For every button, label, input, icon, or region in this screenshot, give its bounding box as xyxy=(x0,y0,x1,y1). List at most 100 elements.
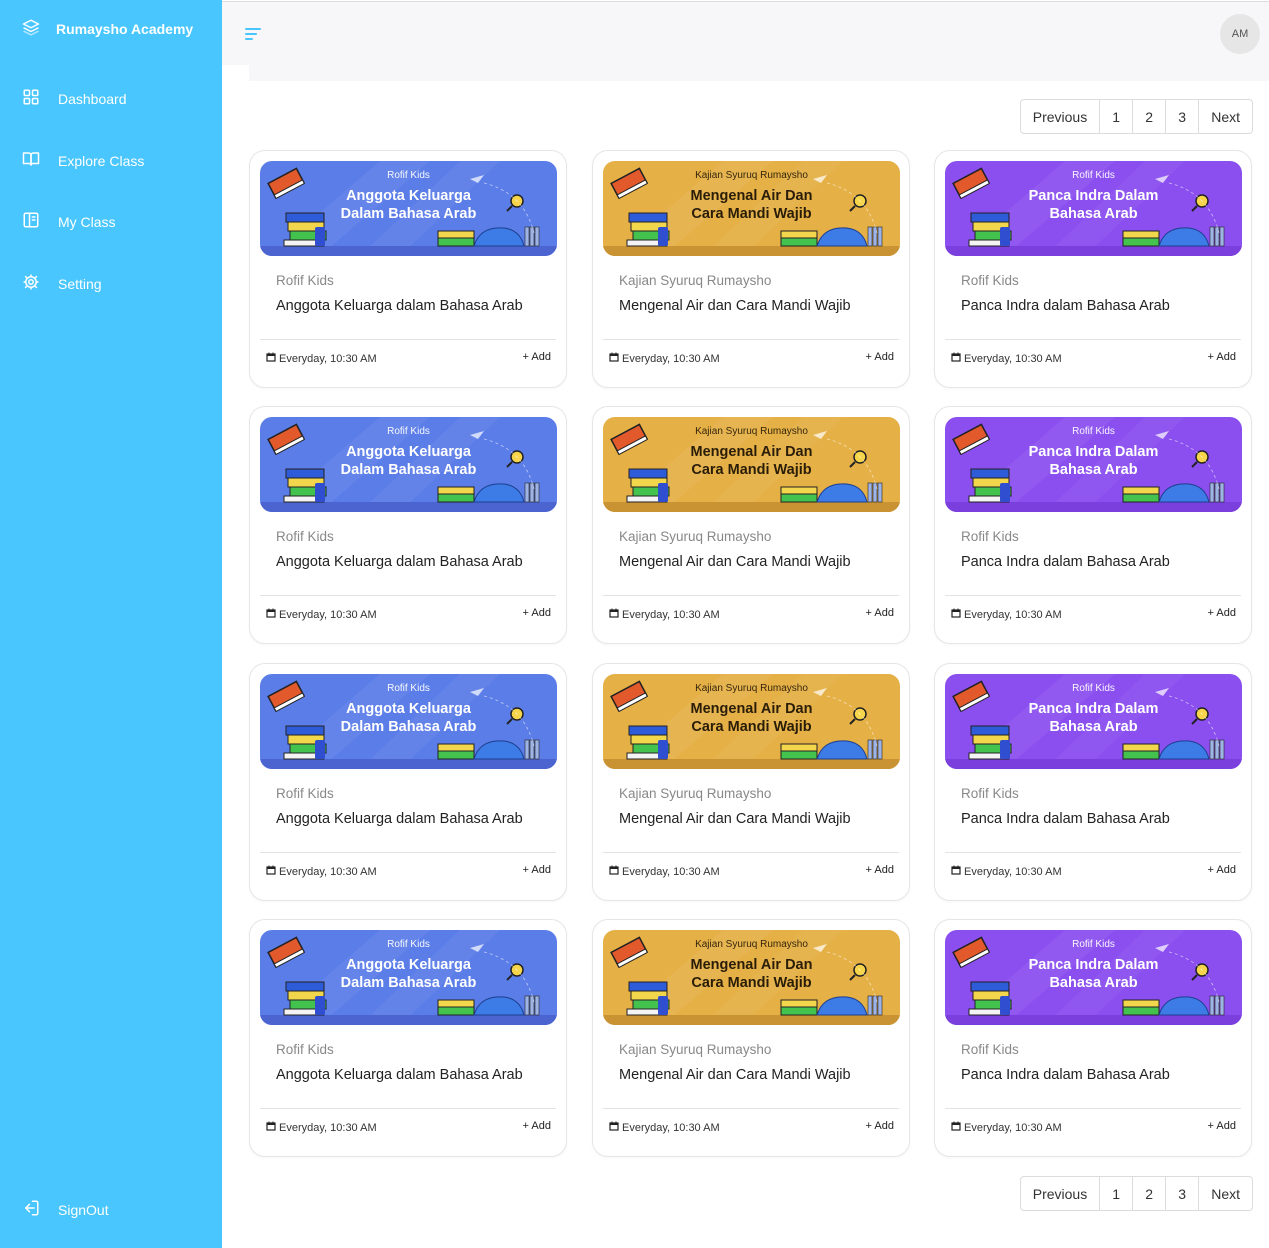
schedule-text: Everyday, 10:30 AM xyxy=(279,1121,377,1134)
banner-title: Anggota Keluarga Dalam Bahasa Arab xyxy=(340,444,477,478)
course-schedule: Everyday, 10:30 AM xyxy=(951,352,1062,365)
add-class-button[interactable]: + Add xyxy=(523,351,551,363)
course-title[interactable]: Mengenal Air dan Cara Mandi Wajib xyxy=(619,1067,851,1083)
pagination-page-3[interactable]: 3 xyxy=(1165,1177,1198,1210)
pagination-page-2[interactable]: 2 xyxy=(1132,1177,1165,1210)
course-banner[interactable]: Rofif Kids Panca Indra Dalam Bahasa Arab xyxy=(945,417,1242,512)
pagination-previous[interactable]: Previous xyxy=(1021,1177,1099,1210)
add-class-button[interactable]: + Add xyxy=(1208,351,1236,363)
card-divider xyxy=(945,852,1241,853)
calendar-icon xyxy=(266,352,276,365)
calendar-icon xyxy=(266,1121,276,1134)
card-divider xyxy=(603,339,899,340)
schedule-text: Everyday, 10:30 AM xyxy=(964,865,1062,878)
brand[interactable]: Rumaysho Academy xyxy=(22,18,193,39)
add-class-button[interactable]: + Add xyxy=(1208,864,1236,876)
course-banner[interactable]: Rofif Kids Panca Indra Dalam Bahasa Arab xyxy=(945,930,1242,1025)
course-title[interactable]: Anggota Keluarga dalam Bahasa Arab xyxy=(276,811,523,827)
sidebar-item-explore-class[interactable]: Explore Class xyxy=(22,150,144,171)
pagination-next[interactable]: Next xyxy=(1198,100,1252,133)
menu-toggle-icon[interactable] xyxy=(244,26,262,42)
add-class-button[interactable]: + Add xyxy=(523,864,551,876)
signout-button[interactable]: SignOut xyxy=(22,1199,109,1220)
course-card[interactable]: Rofif Kids Panca Indra Dalam Bahasa Arab… xyxy=(934,406,1252,644)
course-category: Rofif Kids xyxy=(961,273,1019,288)
course-card[interactable]: Kajian Syuruq Rumaysho Mengenal Air Dan … xyxy=(592,406,910,644)
layers-icon xyxy=(22,18,40,39)
course-card[interactable]: Rofif Kids Panca Indra Dalam Bahasa Arab… xyxy=(934,150,1252,388)
add-class-button[interactable]: + Add xyxy=(1208,607,1236,619)
course-title[interactable]: Panca Indra dalam Bahasa Arab xyxy=(961,554,1170,570)
banner-title: Mengenal Air Dan Cara Mandi Wajib xyxy=(690,957,813,991)
calendar-icon xyxy=(609,865,619,878)
course-schedule: Everyday, 10:30 AM xyxy=(609,865,720,878)
sidebar: Rumaysho Academy Dashboard Explore Class… xyxy=(0,0,222,1248)
course-card[interactable]: Kajian Syuruq Rumaysho Mengenal Air Dan … xyxy=(592,150,910,388)
pagination-next[interactable]: Next xyxy=(1198,1177,1252,1210)
add-class-button[interactable]: + Add xyxy=(523,1120,551,1132)
course-card[interactable]: Rofif Kids Panca Indra Dalam Bahasa Arab… xyxy=(934,919,1252,1157)
course-card[interactable]: Kajian Syuruq Rumaysho Mengenal Air Dan … xyxy=(592,919,910,1157)
pagination-previous[interactable]: Previous xyxy=(1021,100,1099,133)
sidebar-item-label: My Class xyxy=(58,213,116,230)
sidebar-item-label: Explore Class xyxy=(58,152,145,169)
book-open-icon xyxy=(22,150,40,171)
course-title[interactable]: Panca Indra dalam Bahasa Arab xyxy=(961,298,1170,314)
sidebar-item-dashboard[interactable]: Dashboard xyxy=(22,88,127,109)
avatar-initials: AM xyxy=(1231,28,1249,40)
add-class-button[interactable]: + Add xyxy=(523,607,551,619)
schedule-text: Everyday, 10:30 AM xyxy=(964,1121,1062,1134)
course-banner[interactable]: Rofif Kids Panca Indra Dalam Bahasa Arab xyxy=(945,161,1242,256)
course-card[interactable]: Rofif Kids Anggota Keluarga Dalam Bahasa… xyxy=(249,663,567,901)
course-banner[interactable]: Rofif Kids Anggota Keluarga Dalam Bahasa… xyxy=(260,674,557,769)
course-title[interactable]: Panca Indra dalam Bahasa Arab xyxy=(961,1067,1170,1083)
course-card[interactable]: Rofif Kids Anggota Keluarga Dalam Bahasa… xyxy=(249,150,567,388)
calendar-icon xyxy=(609,608,619,621)
course-category: Rofif Kids xyxy=(961,1042,1019,1057)
course-title[interactable]: Mengenal Air dan Cara Mandi Wajib xyxy=(619,554,851,570)
schedule-text: Everyday, 10:30 AM xyxy=(279,608,377,621)
banner-title: Mengenal Air Dan Cara Mandi Wajib xyxy=(690,444,813,478)
course-banner[interactable]: Kajian Syuruq Rumaysho Mengenal Air Dan … xyxy=(603,930,900,1025)
banner-title: Panca Indra Dalam Bahasa Arab xyxy=(1028,701,1159,735)
course-banner[interactable]: Rofif Kids Anggota Keluarga Dalam Bahasa… xyxy=(260,161,557,256)
course-title[interactable]: Mengenal Air dan Cara Mandi Wajib xyxy=(619,298,851,314)
banner-title: Mengenal Air Dan Cara Mandi Wajib xyxy=(690,188,813,222)
schedule-text: Everyday, 10:30 AM xyxy=(622,352,720,365)
sidebar-item-setting[interactable]: Setting xyxy=(22,273,102,294)
card-divider xyxy=(603,852,899,853)
pagination-page-2[interactable]: 2 xyxy=(1132,100,1165,133)
course-title[interactable]: Mengenal Air dan Cara Mandi Wajib xyxy=(619,811,851,827)
banner-title: Anggota Keluarga Dalam Bahasa Arab xyxy=(340,957,477,991)
add-class-button[interactable]: + Add xyxy=(866,351,894,363)
avatar[interactable]: AM xyxy=(1220,14,1260,54)
pagination-page-1[interactable]: 1 xyxy=(1099,1177,1132,1210)
course-card[interactable]: Kajian Syuruq Rumaysho Mengenal Air Dan … xyxy=(592,663,910,901)
course-title[interactable]: Panca Indra dalam Bahasa Arab xyxy=(961,811,1170,827)
course-banner[interactable]: Rofif Kids Anggota Keluarga Dalam Bahasa… xyxy=(260,930,557,1025)
dashboard-icon xyxy=(22,88,40,109)
course-banner[interactable]: Rofif Kids Anggota Keluarga Dalam Bahasa… xyxy=(260,417,557,512)
pagination-top: Previous 1 2 3 Next xyxy=(1019,99,1253,134)
pagination-page-3[interactable]: 3 xyxy=(1165,100,1198,133)
course-title[interactable]: Anggota Keluarga dalam Bahasa Arab xyxy=(276,298,523,314)
calendar-icon xyxy=(951,352,961,365)
course-title[interactable]: Anggota Keluarga dalam Bahasa Arab xyxy=(276,1067,523,1083)
add-class-button[interactable]: + Add xyxy=(1208,1120,1236,1132)
sidebar-item-my-class[interactable]: My Class xyxy=(22,211,116,232)
course-card[interactable]: Rofif Kids Anggota Keluarga Dalam Bahasa… xyxy=(249,919,567,1157)
course-card[interactable]: Rofif Kids Panca Indra Dalam Bahasa Arab… xyxy=(934,663,1252,901)
add-class-button[interactable]: + Add xyxy=(866,607,894,619)
card-divider xyxy=(260,339,556,340)
add-class-button[interactable]: + Add xyxy=(866,864,894,876)
add-class-button[interactable]: + Add xyxy=(866,1120,894,1132)
course-banner[interactable]: Rofif Kids Panca Indra Dalam Bahasa Arab xyxy=(945,674,1242,769)
course-banner[interactable]: Kajian Syuruq Rumaysho Mengenal Air Dan … xyxy=(603,417,900,512)
course-card[interactable]: Rofif Kids Anggota Keluarga Dalam Bahasa… xyxy=(249,406,567,644)
pagination-page-1[interactable]: 1 xyxy=(1099,100,1132,133)
banner-subtitle: Kajian Syuruq Rumaysho xyxy=(695,939,808,950)
course-banner[interactable]: Kajian Syuruq Rumaysho Mengenal Air Dan … xyxy=(603,161,900,256)
card-divider xyxy=(260,852,556,853)
course-banner[interactable]: Kajian Syuruq Rumaysho Mengenal Air Dan … xyxy=(603,674,900,769)
course-title[interactable]: Anggota Keluarga dalam Bahasa Arab xyxy=(276,554,523,570)
